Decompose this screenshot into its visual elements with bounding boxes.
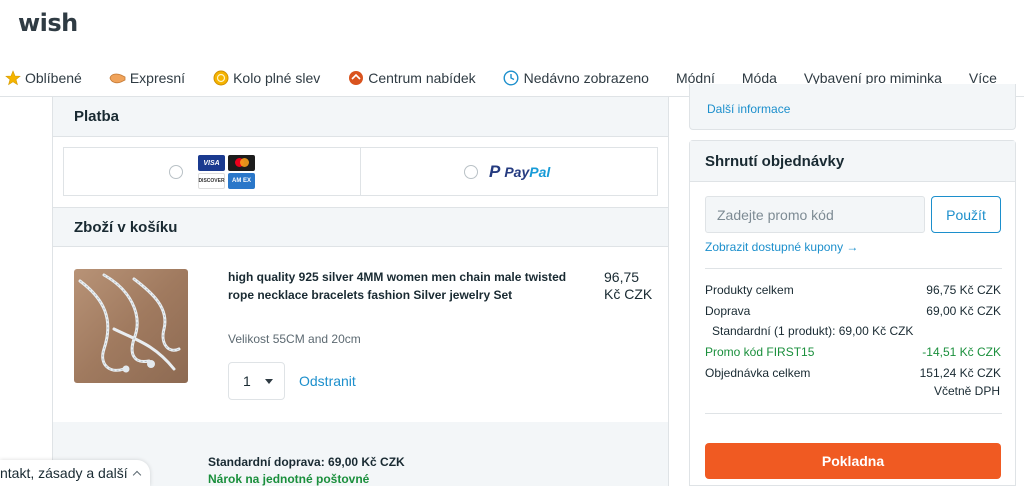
nav-label: Kolo plné slev [233, 70, 321, 86]
row-label: Objednávka celkem [705, 366, 811, 380]
order-summary: Shrnutí objednávky Použít Zobrazit dostu… [689, 140, 1016, 486]
product-title[interactable]: high quality 925 silver 4MM women men ch… [228, 268, 578, 304]
summary-title: Shrnutí objednávky [690, 141, 1015, 182]
info-box: Další informace [689, 84, 1016, 130]
clock-icon [503, 70, 520, 87]
paypal-text-1: Pay [504, 164, 530, 180]
express-icon [109, 70, 126, 87]
row-label: Produkty celkem [705, 283, 794, 297]
summary-row-standard: Standardní (1 produkt): 69,00 Kč CZK [712, 324, 913, 338]
shipping-line: Standardní doprava: 69,00 Kč CZK [208, 455, 405, 469]
row-label: Standardní (1 produkt): 69,00 Kč CZK [712, 324, 914, 338]
checkout-button[interactable]: Pokladna [705, 443, 1001, 479]
shipping-note: Nárok na jednotné poštovné [208, 472, 370, 486]
summary-row-products: Produkty celkem 96,75 Kč CZK [705, 283, 1001, 297]
payment-options: VISA DISCOVER AM EX P Pay Pal [63, 147, 658, 196]
payment-option-card[interactable]: VISA DISCOVER AM EX [64, 148, 360, 195]
payment-section-title: Platba [53, 97, 668, 137]
nav-item-deals[interactable]: Centrum nabídek [347, 70, 476, 87]
payment-option-paypal[interactable]: P Pay Pal [360, 148, 657, 195]
star-icon [4, 70, 21, 87]
row-value: 96,75 Kč CZK [926, 283, 1001, 297]
coin-icon [212, 70, 229, 87]
checkout-main: Platba VISA DISCOVER AM EX P Pay Pal Zbož… [52, 97, 669, 486]
product-variant: Velikost 55CM and 20cm [228, 332, 361, 346]
chevron-down-icon [265, 379, 273, 384]
deal-icon [347, 70, 364, 87]
amex-logo: AM EX [228, 173, 255, 189]
card-logos: VISA DISCOVER AM EX [198, 155, 256, 189]
nav-item-wheel[interactable]: Kolo plné slev [212, 70, 320, 87]
card-radio[interactable] [169, 165, 183, 179]
more-info-link[interactable]: Další informace [707, 102, 790, 116]
paypal-logo: P Pay Pal [489, 162, 550, 182]
nav-item-express[interactable]: Expresní [109, 70, 185, 87]
row-value: -14,51 Kč CZK [922, 345, 1001, 359]
promo-code-input[interactable] [705, 196, 925, 233]
paypal-mark-icon: P [489, 162, 501, 181]
product-image[interactable] [74, 269, 188, 383]
quantity-select[interactable]: 1 [228, 362, 285, 400]
nav-label: Oblíbené [25, 70, 82, 86]
nav-label: Centrum nabídek [368, 70, 476, 86]
summary-divider [705, 413, 1002, 414]
visa-logo: VISA [198, 155, 225, 171]
footer-label: ntakt, zásady a další [0, 465, 128, 481]
nav-label: Expresní [129, 70, 186, 86]
paypal-text-2: Pal [529, 164, 551, 180]
nav-item-recent[interactable]: Nedávno zobrazeno [503, 70, 649, 87]
summary-divider [705, 268, 1002, 269]
discover-logo: DISCOVER [198, 173, 225, 189]
mastercard-logo [228, 155, 255, 171]
summary-row-promo: Promo kód FIRST15 -14,51 Kč CZK [705, 345, 1001, 359]
quantity-value: 1 [243, 373, 251, 389]
row-value: 151,24 Kč CZK [919, 366, 1001, 380]
wish-logo[interactable]: wish [18, 9, 78, 37]
row-value: 69,00 Kč CZK [926, 304, 1001, 318]
footer-links-toggle[interactable]: ntakt, zásady a další [0, 460, 150, 486]
row-label: Promo kód FIRST15 [705, 345, 815, 359]
apply-promo-button[interactable]: Použít [931, 196, 1001, 233]
tax-note: Včetně DPH [933, 384, 1000, 398]
chevron-up-icon [132, 470, 141, 480]
summary-row-shipping: Doprava 69,00 Kč CZK [705, 304, 1001, 318]
paypal-radio[interactable] [464, 165, 478, 179]
remove-item-link[interactable]: Odstranit [299, 373, 356, 389]
view-coupons-link[interactable]: Zobrazit dostupné kupony → [705, 240, 858, 254]
nav-label: Nedávno zobrazeno [523, 70, 649, 86]
cart-section-title: Zboží v košíku [53, 207, 668, 247]
row-label: Doprava [705, 304, 751, 318]
summary-row-total: Objednávka celkem 151,24 Kč CZK [705, 366, 1001, 380]
nav-item-favorites[interactable]: Oblíbené [4, 70, 82, 87]
product-price: 96,75 Kč CZK [604, 269, 653, 302]
